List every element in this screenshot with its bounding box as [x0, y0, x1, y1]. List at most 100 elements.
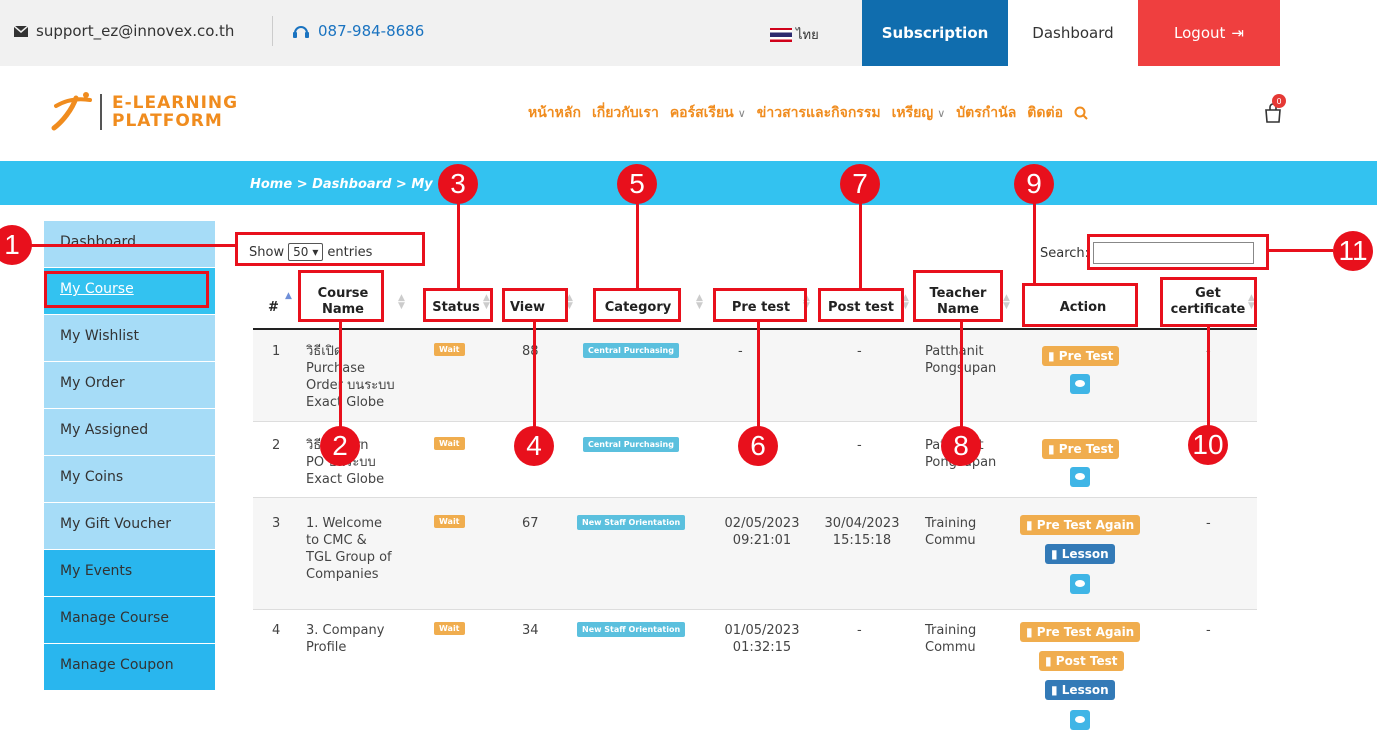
pre-test-button[interactable]: ▮ Pre Test: [1042, 346, 1120, 366]
annotation-box-my-course: [44, 271, 209, 308]
chevron-down-icon: ∨: [937, 107, 946, 120]
pre-test-date: 02/05/2023 09:21:01: [718, 515, 806, 549]
sort-icon: ▲ ▼: [398, 293, 405, 311]
post-test-button[interactable]: ▮ Post Test: [1039, 651, 1124, 671]
pre-test-date-line: 02/05/2023: [724, 516, 800, 531]
dashboard-link[interactable]: Dashboard: [1008, 0, 1138, 66]
lesson-button[interactable]: ▮ Lesson: [1045, 544, 1115, 564]
site-logo[interactable]: E-LEARNING PLATFORM: [50, 92, 238, 132]
sidebar-item-my-events[interactable]: My Events: [44, 550, 215, 597]
headset-icon: [293, 26, 309, 38]
sidebar-item-my-gift-voucher[interactable]: My Gift Voucher: [44, 503, 215, 550]
lesson-button[interactable]: ▮ Lesson: [1045, 680, 1115, 700]
sidebar-item-manage-course[interactable]: Manage Course: [44, 597, 215, 644]
certificate: -: [1206, 623, 1211, 638]
sidebar-item-my-wishlist[interactable]: My Wishlist: [44, 315, 215, 362]
annotation-box-10: [1160, 277, 1257, 327]
header-num[interactable]: #: [268, 300, 279, 316]
logout-button[interactable]: Logout ⇥: [1138, 0, 1280, 66]
sidebar-item-my-coins[interactable]: My Coins: [44, 456, 215, 503]
chevron-down-icon: ∨: [737, 107, 746, 120]
annotation-marker-6: 6: [738, 426, 778, 466]
nav-news[interactable]: ข่าวสารและกิจกรรม: [757, 102, 881, 124]
course-name-line: Exact Globe: [306, 395, 385, 410]
row-number: 4: [272, 623, 281, 638]
lesson-label: Lesson: [1061, 683, 1109, 697]
course-name-line: วิธีเปิด: [306, 344, 343, 359]
course-name[interactable]: 3. Company Profile: [306, 622, 384, 656]
nav-home[interactable]: หน้าหลัก: [528, 102, 581, 124]
nav-coins[interactable]: เหรียญ ∨: [892, 102, 946, 124]
language-switch[interactable]: ไทย: [770, 24, 819, 45]
annotation-marker-11: 11: [1333, 231, 1373, 271]
sidebar-item-my-assigned[interactable]: My Assigned: [44, 409, 215, 456]
breadcrumb[interactable]: Home > Dashboard > My: [250, 177, 433, 192]
teacher-name-line: Training: [925, 516, 977, 531]
support-email-text: support_ez@innovex.co.th: [36, 22, 235, 40]
pre-test-again-button[interactable]: ▮ Pre Test Again: [1020, 515, 1141, 535]
search-icon[interactable]: [1074, 106, 1088, 120]
divider: [272, 16, 273, 46]
subscription-button[interactable]: Subscription: [862, 0, 1008, 66]
pre-test-again-button[interactable]: ▮ Pre Test Again: [1020, 622, 1141, 642]
annotation-marker-10: 10: [1188, 425, 1228, 465]
teacher-name-line: Commu: [925, 533, 976, 548]
course-name-line: 3. Company: [306, 623, 385, 638]
chat-icon[interactable]: [1070, 574, 1090, 594]
language-label: ไทย: [796, 28, 819, 43]
teacher-name: Training Commu: [925, 622, 976, 656]
status-badge: Wait: [434, 437, 465, 450]
annotation-line-7: [859, 198, 862, 288]
annotation-line-2: [339, 322, 342, 428]
support-phone[interactable]: 087-984-8686: [292, 22, 424, 40]
sidebar-item-my-order[interactable]: My Order: [44, 362, 215, 409]
breadcrumb-band: [0, 161, 1377, 205]
course-name[interactable]: วิธีเปิด Purchase Order บนระบบ Exact Glo…: [306, 343, 395, 411]
teacher-name-line: Training: [925, 623, 977, 638]
course-name[interactable]: 1. Welcome to CMC & TGL Group of Compani…: [306, 515, 392, 583]
nav-courses[interactable]: คอร์สเรียน ∨: [670, 102, 746, 124]
annotation-line-9: [1033, 198, 1036, 283]
annotation-line-8: [960, 322, 963, 428]
sidebar-item-manage-coupon[interactable]: Manage Coupon: [44, 644, 215, 691]
annotation-box-7: [818, 288, 904, 322]
main-nav: หน้าหลัก เกี่ยวกับเรา คอร์สเรียน ∨ ข่าวสา…: [528, 102, 1088, 124]
course-name-line: TGL Group of: [306, 550, 392, 565]
annotation-marker-8: 8: [941, 426, 981, 466]
annotation-box-1: [235, 232, 425, 266]
logo-line-1: E-LEARNING: [112, 93, 239, 113]
post-test-date: -: [857, 623, 862, 638]
post-test-label: Post Test: [1055, 654, 1118, 668]
logo-swoosh-icon: [51, 92, 92, 131]
course-name-line: Exact Globe: [306, 472, 385, 487]
category-badge: New Staff Orientation: [577, 515, 686, 530]
category-badge: New Staff Orientation: [577, 622, 686, 637]
support-email[interactable]: support_ez@innovex.co.th: [14, 22, 234, 40]
pre-test-button[interactable]: ▮ Pre Test: [1042, 439, 1120, 459]
post-test-date-line: 30/04/2023: [824, 516, 900, 531]
course-name-line: to CMC &: [306, 533, 367, 548]
annotation-box-8: [913, 270, 1003, 322]
nav-contact[interactable]: ติดต่อ: [1027, 102, 1063, 124]
annotation-box-4: [502, 288, 568, 322]
row-number: 2: [272, 438, 281, 453]
view-count: 88: [522, 344, 539, 359]
post-test-date: -: [857, 438, 862, 453]
annotation-box-11: [1087, 234, 1269, 270]
annotation-line-1: [30, 244, 235, 247]
category-badge: Central Purchasing: [583, 343, 679, 358]
pre-test-label: Pre Test: [1058, 349, 1114, 363]
chat-icon[interactable]: [1070, 710, 1090, 730]
nav-about[interactable]: เกี่ยวกับเรา: [592, 102, 659, 124]
course-name-line: Purchase: [306, 361, 366, 376]
nav-voucher[interactable]: บัตรกำนัล: [956, 102, 1016, 124]
annotation-box-5: [593, 288, 681, 322]
chat-icon[interactable]: [1070, 374, 1090, 394]
annotation-line-6: [757, 322, 760, 428]
sort-asc-icon: ▲: [285, 291, 292, 301]
logo-line-2: PLATFORM: [112, 111, 223, 131]
annotation-marker-4: 4: [514, 426, 554, 466]
chat-icon[interactable]: [1070, 467, 1090, 487]
view-count: 67: [522, 516, 539, 531]
thai-flag-icon: [770, 27, 792, 42]
